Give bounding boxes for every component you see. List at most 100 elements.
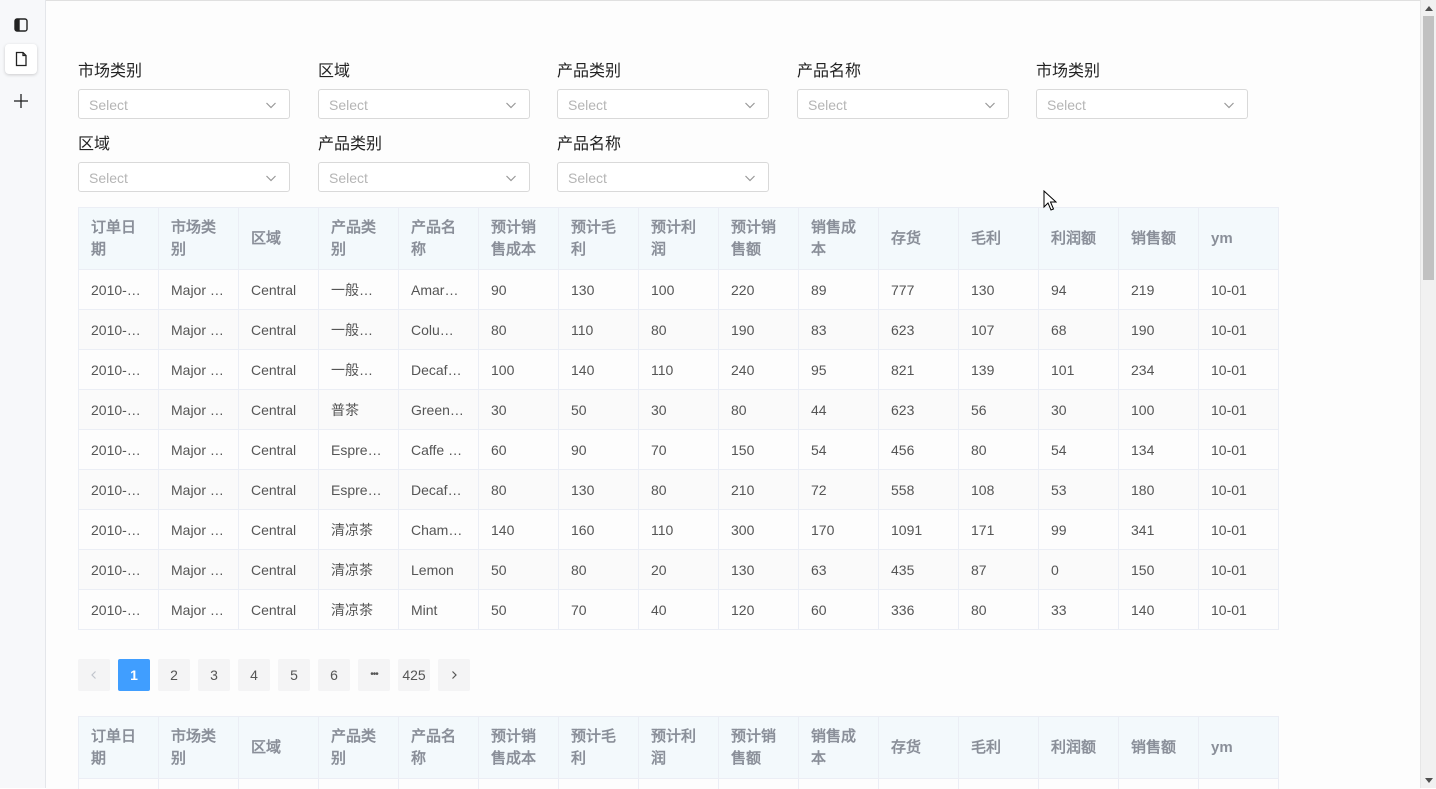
table-cell: 一般… — [319, 270, 399, 310]
table-cell: Espre… — [319, 470, 399, 510]
page-button[interactable] — [5, 44, 37, 74]
table-cell: 70 — [559, 590, 639, 630]
table-cell: 171 — [959, 510, 1039, 550]
table-cell: 33 — [1039, 590, 1119, 630]
column-header[interactable]: 销售额 — [1119, 208, 1199, 270]
column-header[interactable]: 订单日期 — [79, 208, 159, 270]
column-header[interactable]: 利润额 — [1039, 208, 1119, 270]
page-5-button[interactable]: 5 — [278, 659, 310, 691]
column-header[interactable]: 产品名称 — [399, 208, 479, 270]
column-header[interactable]: 销售成本 — [799, 208, 879, 270]
column-header[interactable]: 订单日期 — [79, 717, 159, 779]
vertical-scrollbar[interactable] — [1420, 0, 1436, 788]
panel-toggle-button[interactable] — [5, 10, 37, 40]
column-header[interactable]: 区域 — [239, 208, 319, 270]
column-header[interactable]: 预计毛利 — [559, 208, 639, 270]
column-header[interactable]: 预计销售额 — [719, 208, 799, 270]
table-cell — [1199, 779, 1279, 789]
market-type-select-2[interactable]: Select — [1036, 89, 1248, 119]
column-header[interactable]: 存货 — [879, 208, 959, 270]
column-header[interactable]: 预计销售额 — [719, 717, 799, 779]
product-name-select[interactable]: Select — [797, 89, 1009, 119]
column-header[interactable]: 产品名称 — [399, 717, 479, 779]
page-2-button[interactable]: 2 — [158, 659, 190, 691]
column-header[interactable]: 销售成本 — [799, 717, 879, 779]
next-page-button[interactable] — [438, 659, 470, 691]
caret-down-icon — [1425, 778, 1433, 784]
table-row: 2010-…Major …Central一般…Decaf…10014011024… — [79, 350, 1279, 390]
table-cell: 821 — [879, 350, 959, 390]
page-4-button[interactable]: 4 — [238, 659, 270, 691]
column-header[interactable]: 市场类别 — [159, 208, 239, 270]
column-header[interactable]: 市场类别 — [159, 717, 239, 779]
column-header[interactable]: 产品类别 — [319, 208, 399, 270]
table-cell: 2010-… — [79, 510, 159, 550]
page-6-button[interactable]: 6 — [318, 659, 350, 691]
table-header-row: 订单日期市场类别区域产品类别产品名称预计销售成本预计毛利预计利润预计销售额销售成… — [79, 208, 1279, 270]
table-cell: 一般… — [319, 350, 399, 390]
filter-product-name-2: 产品名称 Select — [557, 134, 771, 192]
filter-product-name: 产品名称 Select — [797, 61, 1011, 119]
column-header[interactable]: 预计销售成本 — [479, 208, 559, 270]
column-header[interactable]: 区域 — [239, 717, 319, 779]
table-cell: 10-01 — [1199, 430, 1279, 470]
scrollbar-thumb[interactable] — [1423, 16, 1434, 280]
table-cell: Major … — [159, 390, 239, 430]
more-pages-button[interactable]: ••• — [358, 659, 390, 691]
column-header[interactable]: ym — [1199, 717, 1279, 779]
table-cell: 150 — [719, 430, 799, 470]
column-header[interactable]: 预计利润 — [639, 208, 719, 270]
table-cell — [1119, 779, 1199, 789]
column-header[interactable]: 存货 — [879, 717, 959, 779]
scroll-down-arrow[interactable] — [1421, 773, 1436, 788]
chevron-down-icon — [505, 99, 517, 111]
table-cell: 130 — [719, 550, 799, 590]
column-header[interactable]: 预计利润 — [639, 717, 719, 779]
market-type-select[interactable]: Select — [78, 89, 290, 119]
table-cell — [879, 779, 959, 789]
table-cell — [79, 779, 159, 789]
filter-product-category: 产品类别 Select — [557, 61, 771, 119]
table-cell: 120 — [719, 590, 799, 630]
table-cell: 623 — [879, 310, 959, 350]
scroll-up-arrow[interactable] — [1421, 0, 1436, 15]
table-cell — [959, 779, 1039, 789]
table-cell: 10-01 — [1199, 270, 1279, 310]
column-header[interactable]: 利润额 — [1039, 717, 1119, 779]
product-category-select[interactable]: Select — [557, 89, 769, 119]
add-page-button[interactable] — [5, 86, 37, 116]
product-name-select-2[interactable]: Select — [557, 162, 769, 192]
column-header[interactable]: 毛利 — [959, 208, 1039, 270]
prev-page-button[interactable] — [78, 659, 110, 691]
column-header[interactable]: 销售额 — [1119, 717, 1199, 779]
table-cell — [479, 779, 559, 789]
table-cell: 100 — [1119, 390, 1199, 430]
table-cell: 20 — [639, 550, 719, 590]
filter-label: 区域 — [318, 61, 532, 83]
column-header[interactable]: 毛利 — [959, 717, 1039, 779]
panel-icon — [13, 17, 29, 33]
table-cell: 130 — [559, 470, 639, 510]
column-header[interactable]: ym — [1199, 208, 1279, 270]
dashboard-canvas: 市场类别 Select 区域 Select 产品类别 Select 产品名称 S… — [46, 0, 1421, 789]
table-cell: 60 — [799, 590, 879, 630]
column-header[interactable]: 产品类别 — [319, 717, 399, 779]
last-page-button[interactable]: 425 — [398, 659, 430, 691]
table-cell: 134 — [1119, 430, 1199, 470]
column-header[interactable]: 预计销售成本 — [479, 717, 559, 779]
page-1-button[interactable]: 1 — [118, 659, 150, 691]
column-header[interactable]: 预计毛利 — [559, 717, 639, 779]
region-select[interactable]: Select — [318, 89, 530, 119]
table-cell: 80 — [959, 590, 1039, 630]
page-3-button[interactable]: 3 — [198, 659, 230, 691]
table-cell: Major … — [159, 350, 239, 390]
table-cell: 150 — [1119, 550, 1199, 590]
region-select-2[interactable]: Select — [78, 162, 290, 192]
product-category-select-2[interactable]: Select — [318, 162, 530, 192]
table-cell: 10-01 — [1199, 350, 1279, 390]
table-cell: 2010-… — [79, 390, 159, 430]
table-cell: 139 — [959, 350, 1039, 390]
table-cell: 80 — [719, 390, 799, 430]
table-cell: 240 — [719, 350, 799, 390]
filter-market-type: 市场类别 Select — [78, 61, 292, 119]
